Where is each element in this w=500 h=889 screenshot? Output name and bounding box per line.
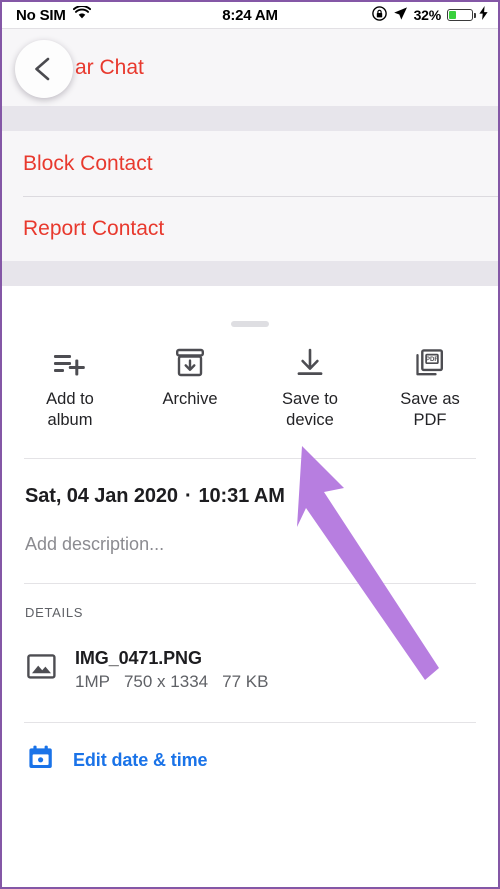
carrier-label: No SIM	[16, 6, 66, 24]
file-text-block: IMG_0471.PNG 1MP 750 x 1334 77 KB	[75, 648, 282, 692]
actions-divider	[24, 457, 476, 459]
playlist-add-icon	[53, 344, 87, 378]
description-divider	[24, 582, 476, 584]
action-label: Archive	[162, 390, 218, 408]
file-meta: 1MP 750 x 1334 77 KB	[75, 672, 282, 692]
action-save-as-pdf[interactable]: PDF Save as PDF	[370, 344, 490, 431]
file-size: 77 KB	[222, 671, 269, 691]
download-icon	[294, 344, 326, 378]
battery-percent-label: 32%	[413, 7, 442, 23]
status-bar-left: No SIM	[16, 5, 91, 24]
quick-actions-row: Add to album Archive Save to device PDF …	[4, 327, 496, 431]
action-label: Save to device	[282, 390, 338, 429]
capture-date: Sat, 04 Jan 2020	[25, 484, 178, 507]
pdf-icon: PDF	[414, 344, 446, 378]
action-archive[interactable]: Archive	[130, 344, 250, 431]
menu-item-clear-chat[interactable]: ar Chat	[2, 29, 498, 106]
charging-bolt-icon	[479, 6, 488, 24]
menu-item-label: Report Contact	[23, 216, 165, 240]
edit-date-time-label: Edit date & time	[73, 749, 208, 770]
menu-item-label: Block Contact	[23, 151, 153, 175]
location-arrow-icon	[393, 6, 408, 25]
datetime-separator: ·	[184, 484, 192, 507]
description-placeholder: Add description...	[25, 533, 165, 554]
archive-icon	[174, 344, 206, 378]
menu-section-gap-top	[2, 106, 498, 131]
edit-date-time-row[interactable]: Edit date & time	[28, 745, 496, 776]
background-action-menu: ar Chat Block Contact Report Contact	[2, 28, 498, 286]
battery-icon	[447, 9, 476, 21]
status-bar-right: 32%	[371, 5, 488, 25]
action-label: Save as PDF	[400, 390, 460, 429]
description-input[interactable]: Add description...	[25, 534, 496, 555]
action-label: Add to album	[46, 390, 94, 429]
action-add-to-album[interactable]: Add to album	[10, 344, 130, 431]
status-bar: No SIM 8:24 AM 32%	[2, 2, 498, 28]
image-icon	[27, 653, 57, 686]
chevron-left-icon	[31, 56, 57, 82]
menu-item-block-contact[interactable]: Block Contact	[2, 131, 498, 196]
rotation-lock-icon	[371, 5, 387, 25]
svg-text:PDF: PDF	[426, 356, 438, 363]
detail-bottom-sheet: Add to album Archive Save to device PDF …	[4, 310, 496, 885]
details-section-header: DETAILS	[25, 604, 84, 620]
file-dimensions: 750 x 1334	[123, 671, 209, 691]
wifi-icon	[72, 5, 91, 24]
menu-section-gap-bottom	[2, 261, 498, 286]
calendar-icon	[28, 745, 54, 776]
file-megapixels: 1MP	[75, 671, 110, 691]
file-divider	[24, 721, 476, 723]
action-save-to-device[interactable]: Save to device	[250, 344, 370, 431]
phone-screenshot-frame: No SIM 8:24 AM 32% ar Chat Block Contact…	[0, 0, 500, 889]
capture-datetime: Sat, 04 Jan 2020 · 10:31 AM	[25, 485, 496, 508]
capture-time: 10:31 AM	[198, 484, 285, 507]
back-button[interactable]	[15, 40, 73, 98]
file-name: IMG_0471.PNG	[75, 647, 202, 668]
file-detail-row[interactable]: IMG_0471.PNG 1MP 750 x 1334 77 KB	[27, 648, 496, 692]
menu-item-report-contact[interactable]: Report Contact	[2, 196, 498, 261]
